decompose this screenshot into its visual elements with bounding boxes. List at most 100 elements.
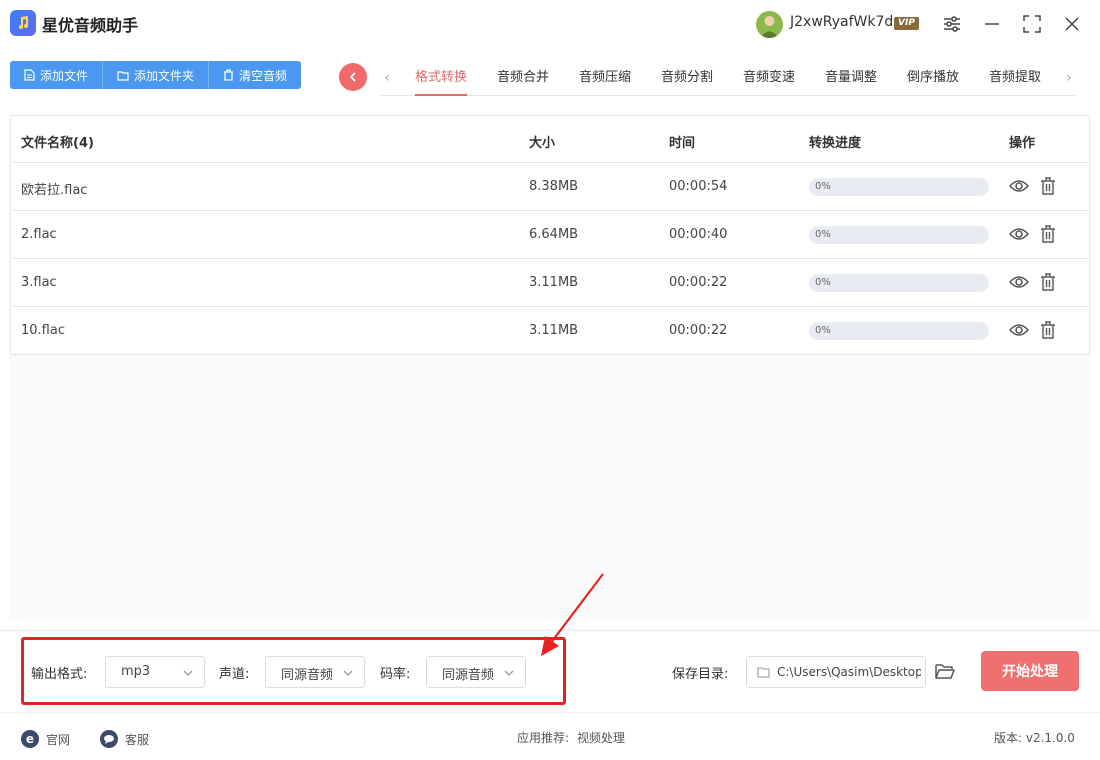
title-bar: 星优音频助手 J2xwRyafWk7d VIP	[0, 0, 1100, 48]
save-dir-label: 保存目录:	[672, 667, 729, 682]
delete-trash-icon[interactable]	[1037, 224, 1059, 244]
tab-audio-speed[interactable]: 音频变速	[743, 66, 795, 96]
save-path-input[interactable]	[777, 663, 921, 681]
tab-reverse-play[interactable]: 倒序播放	[907, 66, 959, 96]
clear-audio-label: 清空音频	[239, 68, 288, 83]
channel-label: 声道:	[219, 667, 250, 682]
file-duration: 00:00:22	[669, 275, 728, 290]
avatar[interactable]	[756, 11, 783, 38]
format-value: mp3	[121, 664, 151, 679]
file-name: 欧若拉.flac	[21, 183, 88, 198]
progress-bar: 0%	[809, 322, 989, 340]
version-text: 版本: v2.1.0.0	[994, 731, 1075, 745]
file-size: 3.11MB	[529, 275, 579, 290]
chevron-down-icon	[504, 670, 514, 676]
file-duration: 00:00:54	[669, 179, 728, 194]
ie-browser-icon: e	[21, 730, 39, 748]
tab-audio-compress[interactable]: 音频压缩	[579, 66, 631, 96]
clear-audio-button[interactable]: 清空音频	[209, 61, 302, 89]
chevron-down-icon	[343, 670, 353, 676]
add-folder-button[interactable]: 添加文件夹	[103, 61, 210, 89]
tab-scroll-left-icon[interactable]: ‹	[380, 68, 394, 88]
delete-trash-icon[interactable]	[1037, 272, 1059, 292]
open-folder-icon[interactable]	[934, 661, 958, 683]
recommend: 应用推荐: 视频处理	[517, 729, 625, 746]
progress-bar: 0%	[809, 178, 989, 196]
add-folder-label: 添加文件夹	[134, 68, 195, 83]
file-name: 10.flac	[21, 323, 65, 338]
close-icon[interactable]	[1060, 12, 1084, 36]
tab-bar: ‹ 格式转换 音频合并 音频压缩 音频分割 音频变速 音量调整 倒序播放 音频提…	[380, 60, 1076, 96]
progress-text: 0%	[815, 325, 831, 336]
format-select[interactable]: mp3	[105, 656, 205, 688]
folder-icon	[117, 70, 129, 81]
table-row[interactable]: 3.flac 3.11MB 00:00:22 0%	[10, 259, 1090, 307]
footer: e 官网 客服 应用推荐: 视频处理 版本: v2.1.0.0	[0, 712, 1100, 760]
folder-icon	[757, 667, 770, 678]
delete-trash-icon[interactable]	[1037, 320, 1059, 340]
minimize-icon[interactable]	[980, 12, 1004, 36]
settings-sliders-icon[interactable]	[940, 12, 964, 36]
tab-audio-extract[interactable]: 音频提取	[989, 66, 1041, 96]
progress-text: 0%	[815, 181, 831, 192]
preview-eye-icon[interactable]	[1008, 272, 1030, 292]
recommend-label: 应用推荐:	[517, 731, 570, 745]
annotation-arrow-icon	[541, 573, 604, 656]
preview-eye-icon[interactable]	[1008, 320, 1030, 340]
svg-text:e: e	[26, 732, 34, 746]
maximize-icon[interactable]	[1020, 12, 1044, 36]
file-size: 3.11MB	[529, 323, 579, 338]
preview-eye-icon[interactable]	[1008, 176, 1030, 196]
file-name: 2.flac	[21, 227, 57, 242]
preview-eye-icon[interactable]	[1008, 224, 1030, 244]
app-title: 星优音频助手	[42, 16, 139, 35]
bitrate-value: 同源音频	[442, 668, 495, 683]
file-duration: 00:00:40	[669, 227, 728, 242]
add-file-button[interactable]: 添加文件	[10, 61, 104, 89]
chat-bubble-icon	[100, 730, 118, 748]
tab-format-convert[interactable]: 格式转换	[415, 66, 468, 96]
format-label: 输出格式:	[31, 667, 88, 682]
trash-icon	[224, 69, 234, 81]
support-link[interactable]: 客服	[99, 729, 149, 749]
file-size: 6.64MB	[529, 227, 579, 242]
save-path-field[interactable]	[746, 656, 926, 688]
channel-value: 同源音频	[281, 668, 334, 683]
vip-badge: VIP	[894, 17, 919, 30]
support-label: 客服	[125, 732, 150, 747]
collapse-button[interactable]	[339, 63, 367, 91]
username[interactable]: J2xwRyafWk7d	[790, 14, 893, 30]
file-size: 8.38MB	[529, 179, 579, 194]
delete-trash-icon[interactable]	[1037, 176, 1059, 196]
file-icon	[24, 69, 35, 81]
add-file-label: 添加文件	[40, 68, 89, 83]
bitrate-select[interactable]: 同源音频	[426, 656, 526, 688]
progress-bar: 0%	[809, 274, 989, 292]
file-name: 3.flac	[21, 275, 57, 290]
app-logo-icon	[10, 10, 36, 36]
website-label: 官网	[46, 732, 71, 747]
table-header: 文件名称(4) 大小 时间 转换进度 操作	[10, 115, 1090, 163]
header-progress: 转换进度	[809, 136, 862, 151]
file-toolbar: 添加文件 添加文件夹 清空音频	[10, 61, 302, 89]
video-processing-link[interactable]: 视频处理	[577, 729, 625, 746]
table-row[interactable]: 欧若拉.flac 8.38MB 00:00:54 0%	[10, 163, 1090, 211]
progress-text: 0%	[815, 229, 831, 240]
tab-audio-split[interactable]: 音频分割	[661, 66, 713, 96]
website-link[interactable]: e 官网	[20, 729, 70, 749]
tab-volume-adjust[interactable]: 音量调整	[825, 66, 877, 96]
tab-audio-merge[interactable]: 音频合并	[497, 66, 549, 96]
channel-select[interactable]: 同源音频	[265, 656, 365, 688]
header-size: 大小	[529, 136, 556, 151]
file-duration: 00:00:22	[669, 323, 728, 338]
start-process-button[interactable]: 开始处理	[981, 651, 1079, 691]
tab-scroll-right-icon[interactable]: ›	[1062, 68, 1076, 88]
table-row[interactable]: 10.flac 3.11MB 00:00:22 0%	[10, 307, 1090, 355]
header-ops: 操作	[1009, 136, 1036, 151]
table-row[interactable]: 2.flac 6.64MB 00:00:40 0%	[10, 211, 1090, 259]
header-name: 文件名称(4)	[21, 136, 94, 151]
progress-bar: 0%	[809, 226, 989, 244]
progress-text: 0%	[815, 277, 831, 288]
chevron-left-icon	[349, 72, 356, 82]
chevron-down-icon	[183, 670, 193, 676]
